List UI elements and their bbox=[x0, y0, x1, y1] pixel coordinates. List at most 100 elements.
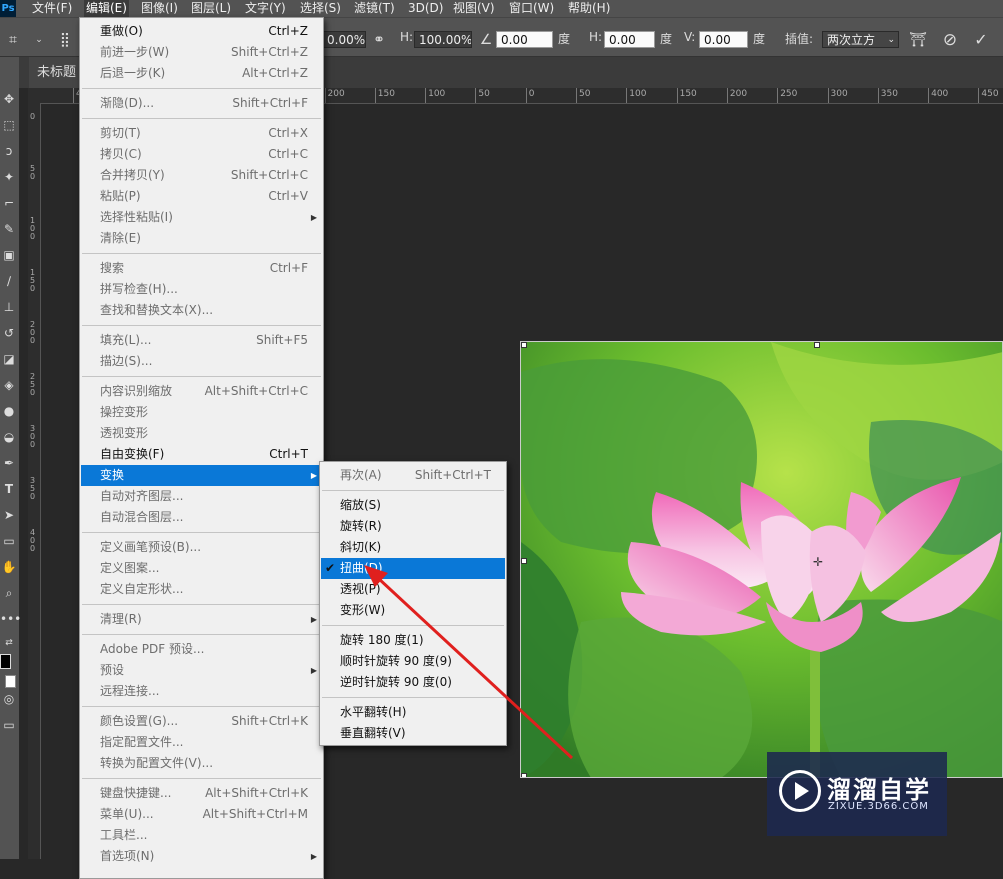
document-tab[interactable]: 未标题 bbox=[29, 57, 80, 88]
type-tool-icon[interactable]: T bbox=[0, 480, 18, 498]
menu-item[interactable]: 逆时针旋转 90 度(0) bbox=[321, 672, 505, 693]
menu-item[interactable]: 水平翻转(H) bbox=[321, 702, 505, 723]
link-icon[interactable]: ⚭ bbox=[370, 31, 388, 49]
menubar-item[interactable]: 文件(F) bbox=[30, 0, 74, 17]
menu-item[interactable]: 顺时针旋转 90 度(9) bbox=[321, 651, 505, 672]
paint-bucket-tool-icon[interactable]: ◈ bbox=[0, 376, 18, 394]
menu-item[interactable]: 描边(S)... bbox=[81, 351, 322, 372]
menu-item[interactable]: 拼写检查(H)... bbox=[81, 279, 322, 300]
swap-colors-icon[interactable]: ⇄ bbox=[0, 634, 18, 652]
eyedropper-tool-icon[interactable]: ✎ bbox=[0, 220, 18, 238]
menubar-item[interactable]: 3D(D) bbox=[406, 0, 445, 17]
menu-item[interactable]: 内容识别缩放 Alt+Shift+Ctrl+C bbox=[81, 381, 322, 402]
menu-item[interactable]: 定义图案... bbox=[81, 558, 322, 579]
menubar-item[interactable]: 窗口(W) bbox=[507, 0, 556, 17]
menubar-item[interactable]: 文字(Y) bbox=[243, 0, 288, 17]
menu-item[interactable]: 缩放(S) bbox=[321, 495, 505, 516]
rotation-angle-field[interactable]: 0.00 bbox=[496, 31, 553, 48]
menu-item[interactable]: 变换 ▶ bbox=[81, 465, 322, 486]
menubar-item[interactable]: 编辑(E) bbox=[84, 0, 129, 17]
menu-item[interactable]: 斜切(K) bbox=[321, 537, 505, 558]
cancel-transform-icon[interactable]: ⊘ bbox=[941, 31, 959, 49]
background-color-swatch[interactable] bbox=[5, 675, 16, 688]
foreground-color-swatch[interactable] bbox=[0, 654, 11, 669]
menu-item[interactable]: 变形(W) bbox=[321, 600, 505, 621]
menu-item[interactable]: 预设 ▶ bbox=[81, 660, 322, 681]
menu-item[interactable]: 垂直翻转(V) bbox=[321, 723, 505, 744]
more-tools-icon[interactable]: ••• bbox=[0, 610, 21, 628]
menu-item[interactable]: 再次(A) Shift+Ctrl+T bbox=[321, 465, 505, 486]
transform-reference-icon[interactable]: ⌗ bbox=[4, 31, 22, 49]
menu-item[interactable]: 颜色设置(G)... Shift+Ctrl+K bbox=[81, 711, 322, 732]
menubar-item[interactable]: 视图(V) bbox=[451, 0, 497, 17]
chevron-down-icon[interactable]: ⌄ bbox=[30, 31, 48, 49]
warp-mode-icon[interactable]: ⛩ bbox=[909, 31, 927, 49]
magic-wand-tool-icon[interactable]: ✦ bbox=[0, 168, 18, 186]
frame-tool-icon[interactable]: ▣ bbox=[0, 246, 18, 264]
menu-item[interactable]: 选择性粘贴(I) ▶ bbox=[81, 207, 322, 228]
menu-item[interactable]: 合并拷贝(Y) Shift+Ctrl+C bbox=[81, 165, 322, 186]
lotus-image[interactable]: ✛ bbox=[521, 342, 1003, 778]
menu-item[interactable]: 操控变形 bbox=[81, 402, 322, 423]
hand-tool-icon[interactable]: ✋ bbox=[0, 558, 18, 576]
menu-item[interactable]: 定义自定形状... bbox=[81, 579, 322, 600]
menu-item[interactable]: 自由变换(F) Ctrl+T bbox=[81, 444, 322, 465]
menu-item[interactable]: 自动对齐图层... bbox=[81, 486, 322, 507]
lasso-tool-icon[interactable]: ↄ bbox=[0, 142, 18, 160]
menu-item[interactable]: 定义画笔预设(B)... bbox=[81, 537, 322, 558]
menu-item[interactable]: 透视变形 bbox=[81, 423, 322, 444]
menubar-item[interactable]: 帮助(H) bbox=[566, 0, 612, 17]
menubar-item[interactable]: 图像(I) bbox=[139, 0, 180, 17]
menu-item[interactable]: 旋转 180 度(1) bbox=[321, 630, 505, 651]
interpolation-select[interactable]: 两次立方 ⌄ bbox=[822, 31, 899, 48]
menu-item[interactable]: 清理(R) ▶ bbox=[81, 609, 322, 630]
screen-mode-icon[interactable]: ▭ bbox=[0, 716, 18, 734]
reference-point-icon[interactable]: ⣿ bbox=[56, 31, 74, 49]
menubar-item[interactable]: 图层(L) bbox=[189, 0, 233, 17]
marquee-tool-icon[interactable]: ⬚ bbox=[0, 116, 18, 134]
menu-item[interactable]: 工具栏... bbox=[81, 825, 322, 846]
menu-item[interactable]: 渐隐(D)... Shift+Ctrl+F bbox=[81, 93, 322, 114]
history-brush-tool-icon[interactable]: ↺ bbox=[0, 324, 18, 342]
brush-tool-icon[interactable]: ∕ bbox=[0, 272, 18, 290]
menu-item[interactable]: Adobe PDF 预设... bbox=[81, 639, 322, 660]
crop-tool-icon[interactable]: ⌐ bbox=[0, 194, 18, 212]
menu-item[interactable]: 后退一步(K) Alt+Ctrl+Z bbox=[81, 63, 322, 84]
eraser-tool-icon[interactable]: ◪ bbox=[0, 350, 18, 368]
path-selection-tool-icon[interactable]: ➤ bbox=[0, 506, 18, 524]
menu-item[interactable]: 拷贝(C) Ctrl+C bbox=[81, 144, 322, 165]
width-scale-field[interactable]: 0.00% bbox=[322, 31, 366, 48]
height-scale-field[interactable]: 100.00% bbox=[414, 31, 472, 48]
menu-item[interactable]: 前进一步(W) Shift+Ctrl+Z bbox=[81, 42, 322, 63]
move-tool-icon[interactable]: ✥ bbox=[0, 90, 18, 108]
menubar-item[interactable]: 滤镜(T) bbox=[352, 0, 397, 17]
menu-item[interactable]: 菜单(U)... Alt+Shift+Ctrl+M bbox=[81, 804, 322, 825]
blur-tool-icon[interactable]: ● bbox=[0, 402, 18, 420]
menu-item[interactable]: 填充(L)... Shift+F5 bbox=[81, 330, 322, 351]
zoom-tool-icon[interactable]: ⌕ bbox=[0, 584, 18, 602]
menu-item[interactable]: 剪切(T) Ctrl+X bbox=[81, 123, 322, 144]
transform-handle-top-center[interactable] bbox=[814, 342, 820, 348]
dodge-tool-icon[interactable]: ◒ bbox=[0, 428, 18, 446]
transform-handle-middle-left[interactable] bbox=[521, 558, 527, 564]
menu-item[interactable]: 首选项(N) ▶ bbox=[81, 846, 322, 867]
v-skew-field[interactable]: 0.00 bbox=[699, 31, 748, 48]
transform-handle-bottom-left[interactable] bbox=[521, 773, 527, 778]
menu-item[interactable]: 远程连接... bbox=[81, 681, 322, 702]
menu-item[interactable]: 旋转(R) bbox=[321, 516, 505, 537]
menu-item[interactable]: 自动混合图层... bbox=[81, 507, 322, 528]
menu-item[interactable]: 转换为配置文件(V)... bbox=[81, 753, 322, 774]
commit-transform-icon[interactable]: ✓ bbox=[972, 31, 990, 49]
menu-item[interactable]: 粘贴(P) Ctrl+V bbox=[81, 186, 322, 207]
transform-handle-top-left[interactable] bbox=[521, 342, 527, 348]
menu-item[interactable]: 搜索 Ctrl+F bbox=[81, 258, 322, 279]
menubar-item[interactable]: 选择(S) bbox=[298, 0, 343, 17]
stamp-tool-icon[interactable]: ⊥ bbox=[0, 298, 18, 316]
menu-item[interactable]: 指定配置文件... bbox=[81, 732, 322, 753]
menu-item[interactable]: 键盘快捷键... Alt+Shift+Ctrl+K bbox=[81, 783, 322, 804]
h-skew-field[interactable]: 0.00 bbox=[604, 31, 655, 48]
menu-item[interactable]: ✔ 扭曲(D) bbox=[321, 558, 505, 579]
menu-item[interactable]: 清除(E) bbox=[81, 228, 322, 249]
menu-item[interactable]: 查找和替换文本(X)... bbox=[81, 300, 322, 321]
menu-item[interactable]: 透视(P) bbox=[321, 579, 505, 600]
